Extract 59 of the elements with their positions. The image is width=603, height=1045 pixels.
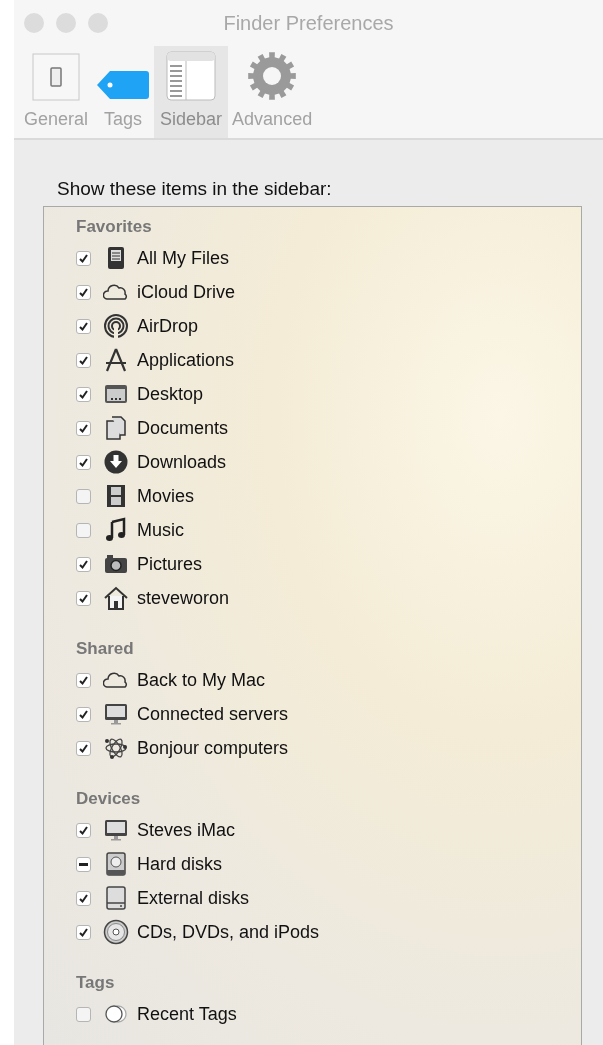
checkbox[interactable]: [76, 454, 91, 470]
switch-icon: [32, 53, 80, 101]
checkbox[interactable]: [76, 822, 91, 838]
gear-icon: [247, 51, 298, 101]
item-label: Movies: [137, 485, 194, 507]
item-label: Music: [137, 519, 184, 541]
checkbox[interactable]: [76, 352, 91, 368]
section-header: Tags: [76, 973, 116, 994]
item-label: Pictures: [137, 553, 203, 575]
airdrop-icon: [103, 313, 129, 339]
checkbox[interactable]: [76, 856, 91, 872]
checkbox[interactable]: [76, 556, 91, 572]
checkbox[interactable]: [76, 590, 91, 606]
item-label: External disks: [137, 887, 250, 909]
house-icon: [103, 585, 129, 611]
checkbox[interactable]: [76, 386, 91, 402]
checkbox[interactable]: [76, 740, 91, 756]
checkbox[interactable]: [76, 284, 91, 300]
item-label: Documents: [137, 417, 229, 439]
checkbox[interactable]: [76, 522, 91, 538]
monitor-icon: [103, 701, 129, 727]
toolbar-tab[interactable]: Sidebar: [154, 44, 229, 138]
checkbox[interactable]: [76, 672, 91, 688]
toolbar-tab[interactable]: Tags: [92, 44, 155, 138]
checkbox[interactable]: [76, 488, 91, 504]
checkbox[interactable]: [76, 250, 91, 266]
item-label: Recent Tags: [137, 1003, 237, 1025]
tag-icon: [96, 69, 151, 101]
documents-icon: [103, 415, 129, 441]
checkbox[interactable]: [76, 890, 91, 906]
toolbar-tab[interactable]: Advanced: [228, 44, 317, 138]
item-label: AirDrop: [137, 315, 198, 337]
checkbox[interactable]: [76, 706, 91, 722]
checkbox[interactable]: [76, 1006, 91, 1022]
item-label: CDs, DVDs, and iPods: [137, 921, 320, 943]
section-header: Devices: [76, 789, 142, 810]
sidebar-icon: [166, 51, 217, 101]
download-icon: [103, 449, 129, 475]
item-label: iCloud Drive: [137, 281, 236, 303]
item-label: Bonjour computers: [137, 737, 289, 759]
item-label: steveworon: [137, 587, 230, 609]
checkbox[interactable]: [76, 420, 91, 436]
section-header: Shared: [76, 639, 135, 660]
item-label: Hard disks: [137, 853, 223, 875]
item-label: Downloads: [137, 451, 227, 473]
window-title: Finder Preferences: [223, 12, 394, 35]
section-header: Favorites: [76, 217, 153, 238]
item-label: Connected servers: [137, 703, 289, 725]
item-label: Back to My Mac: [137, 669, 266, 691]
item-label: All My Files: [137, 247, 229, 269]
prompt-label: Show these items in the sidebar:: [56, 178, 333, 200]
toolbar-tab[interactable]: General: [20, 44, 93, 138]
item-label: Applications: [137, 349, 235, 371]
item-label: Desktop: [137, 383, 204, 405]
monitor-icon: [103, 817, 129, 843]
disc-icon: [103, 919, 129, 945]
checkbox[interactable]: [76, 924, 91, 940]
checkbox[interactable]: [76, 318, 91, 334]
item-label: Steves iMac: [137, 819, 236, 841]
